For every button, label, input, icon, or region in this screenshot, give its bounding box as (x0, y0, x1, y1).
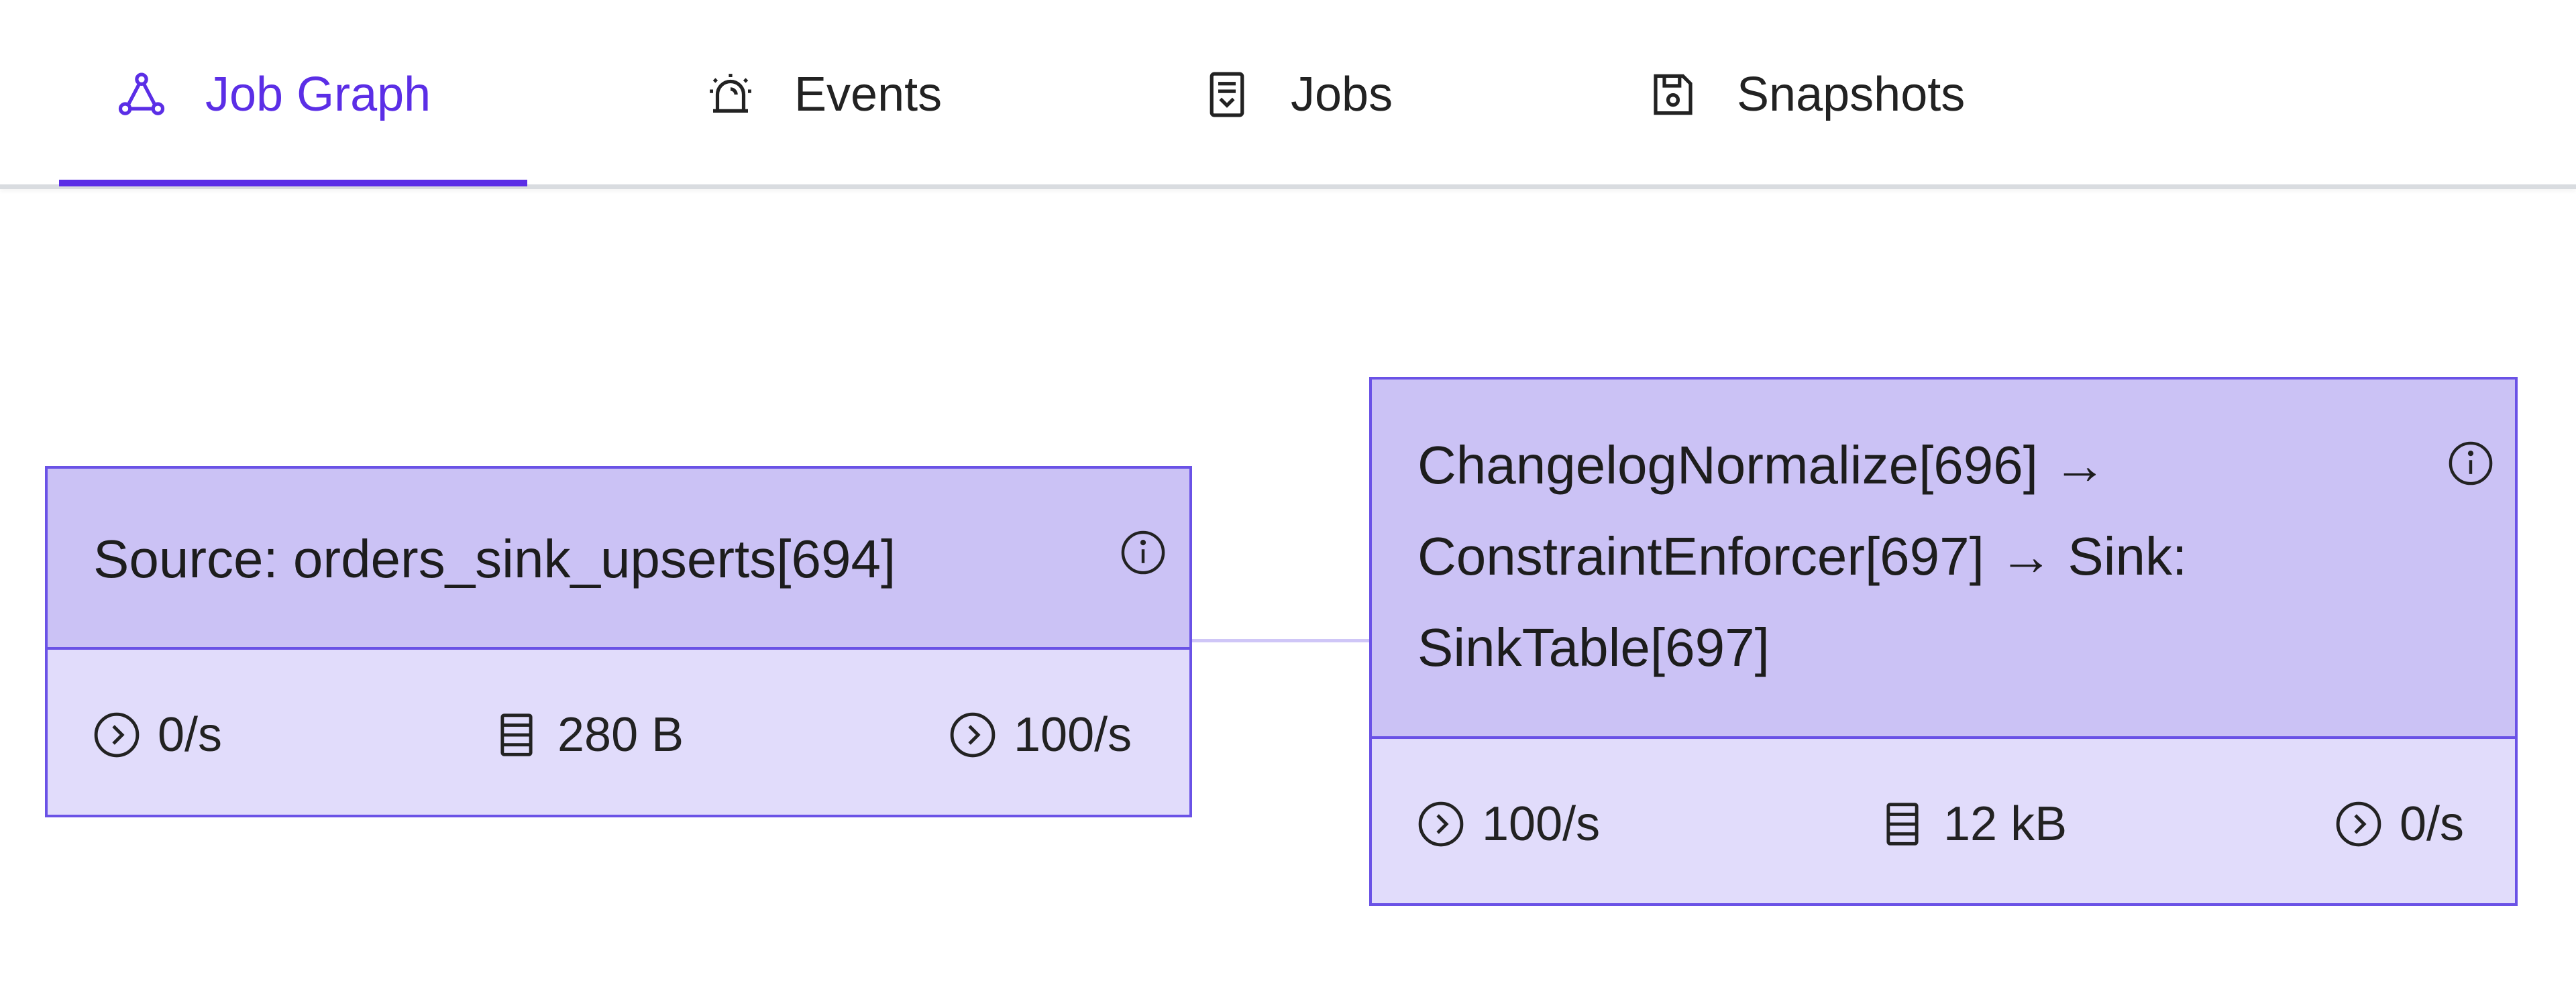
node-metrics: 100/s 12 kB 0/s (1372, 739, 2515, 906)
metric-state-size: 280 B (490, 707, 684, 762)
metric-out-rate: 0/s (2332, 797, 2464, 852)
metric-out-rate: 100/s (947, 707, 1132, 762)
chevron-right-circle-icon (2332, 798, 2385, 850)
node-header: ChangelogNormalize[696] → ConstraintEnfo… (1372, 380, 2515, 739)
jobs-list-icon (1201, 68, 1253, 121)
node-title: ChangelogNormalize[696] → ConstraintEnfo… (1417, 420, 2390, 693)
graph-edge (1192, 639, 1369, 642)
tab-job-graph[interactable]: Job Graph (115, 0, 431, 189)
node-title: Source: orders_sink_upserts[694] (93, 529, 896, 589)
alarm-icon (704, 68, 757, 121)
save-icon (1647, 68, 1699, 121)
tab-jobs[interactable]: Jobs (1201, 0, 1393, 189)
graph-icon (115, 68, 168, 121)
tab-label: Events (794, 68, 943, 121)
database-icon (1876, 798, 1929, 850)
metric-in-rate: 100/s (1415, 797, 1600, 852)
tab-bar: Job Graph Events Jobs Snapshots (0, 0, 2576, 189)
database-icon (490, 709, 543, 761)
node-title-line: ChangelogNormalize[696] → (1417, 435, 2107, 495)
tab-label: Job Graph (205, 68, 431, 121)
tab-snapshots[interactable]: Snapshots (1647, 0, 1965, 189)
chevron-right-circle-icon (91, 709, 143, 761)
graph-node-source[interactable]: Source: orders_sink_upserts[694] 0/s 280… (45, 466, 1192, 817)
tab-events[interactable]: Events (704, 0, 942, 189)
node-metrics: 0/s 280 B 100/s (48, 650, 1189, 817)
tab-label: Snapshots (1737, 68, 1966, 121)
active-tab-indicator (59, 180, 527, 186)
metric-in-rate: 0/s (91, 707, 222, 762)
tab-label: Jobs (1291, 68, 1393, 121)
graph-node-sink[interactable]: ChangelogNormalize[696] → ConstraintEnfo… (1369, 377, 2518, 906)
chevron-right-circle-icon (1415, 798, 1467, 850)
info-icon[interactable] (2445, 425, 2496, 485)
metric-state-size: 12 kB (1876, 797, 2067, 852)
node-header: Source: orders_sink_upserts[694] (48, 469, 1189, 650)
info-icon[interactable] (1118, 514, 1169, 575)
chevron-right-circle-icon (947, 709, 999, 761)
node-title-line: ConstraintEnforcer[697] → Sink: (1417, 526, 2188, 586)
node-title-line: SinkTable[697] (1417, 618, 1770, 677)
